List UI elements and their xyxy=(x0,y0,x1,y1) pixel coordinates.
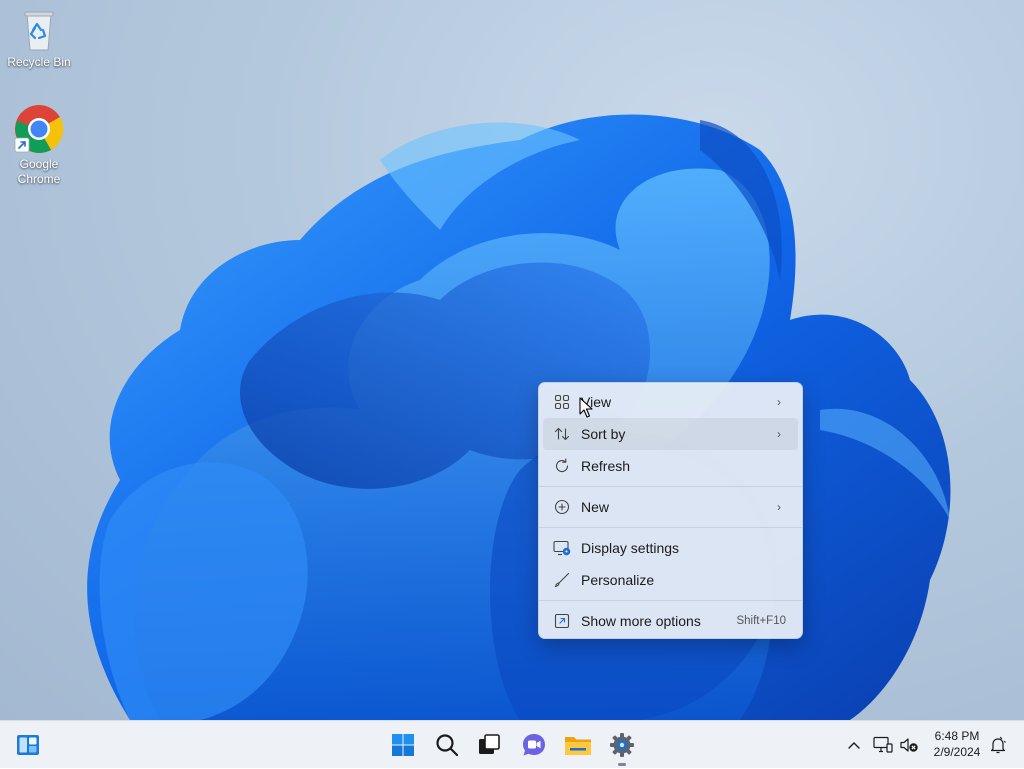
recycle-bin-icon xyxy=(24,11,54,51)
chat-button[interactable] xyxy=(516,727,552,763)
menu-item-refresh[interactable]: Refresh xyxy=(543,450,798,482)
taskbar: 6:48 PM 2/9/2024 xyxy=(0,720,1024,768)
desktop-icon-label: Recycle Bin xyxy=(7,55,71,69)
menu-item-shortcut: Shift+F10 xyxy=(736,615,786,627)
running-indicator xyxy=(618,763,626,766)
widgets-button[interactable] xyxy=(10,727,46,763)
menu-item-label: Sort by xyxy=(581,426,626,442)
refresh-icon xyxy=(553,457,571,475)
show-hidden-icons-button[interactable] xyxy=(842,721,866,769)
notifications-button[interactable] xyxy=(986,721,1010,769)
mouse-pointer-icon xyxy=(579,397,593,418)
file-explorer-icon xyxy=(565,737,591,755)
menu-item-label: New xyxy=(581,499,610,515)
network-button[interactable] xyxy=(870,721,896,769)
menu-separator xyxy=(539,486,802,487)
notifications-icon xyxy=(990,736,1006,754)
file-explorer-button[interactable] xyxy=(560,727,596,763)
display-settings-icon xyxy=(553,539,571,557)
settings-icon xyxy=(610,733,634,757)
clock[interactable]: 6:48 PM 2/9/2024 xyxy=(924,728,990,760)
menu-item-label: Personalize xyxy=(581,572,655,588)
desktop-context-menu: View › Sort by › Refresh New › Display s… xyxy=(538,382,803,639)
chat-icon xyxy=(523,734,545,756)
menu-item-display-settings[interactable]: Display settings xyxy=(543,532,798,564)
menu-separator xyxy=(539,600,802,601)
menu-item-personalize[interactable]: Personalize xyxy=(543,564,798,596)
start-icon xyxy=(392,734,414,756)
task-view-button[interactable] xyxy=(471,727,507,763)
brush-icon xyxy=(553,571,571,589)
chevron-right-icon: › xyxy=(777,500,781,514)
volume-button[interactable] xyxy=(897,721,921,769)
wallpaper-bloom xyxy=(87,114,951,720)
desktop[interactable]: Recycle Bin Google Chrome View › Sort by… xyxy=(0,0,1024,720)
menu-separator xyxy=(539,527,802,528)
settings-button[interactable] xyxy=(604,727,640,763)
desktop-icon-google-chrome[interactable]: Google Chrome xyxy=(3,104,75,187)
grid-icon xyxy=(553,393,571,411)
task-view-icon xyxy=(479,734,500,754)
volume-muted-icon xyxy=(900,738,918,752)
chevron-right-icon: › xyxy=(777,395,781,409)
widgets-icon xyxy=(17,735,39,755)
search-button[interactable] xyxy=(429,727,465,763)
chevron-right-icon: › xyxy=(777,427,781,441)
menu-item-sort-by[interactable]: Sort by › xyxy=(543,418,798,450)
menu-item-new[interactable]: New › xyxy=(543,491,798,523)
desktop-icon-recycle-bin[interactable]: Recycle Bin xyxy=(3,8,75,70)
plus-circle-icon xyxy=(553,498,571,516)
menu-item-label: Refresh xyxy=(581,458,631,474)
menu-item-label: Show more options xyxy=(581,613,701,629)
menu-item-show-more-options[interactable]: Show more options Shift+F10 xyxy=(543,605,798,637)
start-button[interactable] xyxy=(385,727,421,763)
clock-time: 6:48 PM xyxy=(934,729,980,743)
chrome-icon xyxy=(14,105,64,153)
desktop-icon-label: Google Chrome xyxy=(17,157,61,186)
network-icon xyxy=(873,736,893,753)
menu-item-label: View xyxy=(581,394,612,410)
clock-date: 2/9/2024 xyxy=(933,745,981,759)
sort-icon xyxy=(553,425,571,443)
chevron-up-icon xyxy=(848,742,860,749)
search-icon xyxy=(436,734,459,757)
show-more-icon xyxy=(553,612,571,630)
menu-item-label: Display settings xyxy=(581,540,680,556)
